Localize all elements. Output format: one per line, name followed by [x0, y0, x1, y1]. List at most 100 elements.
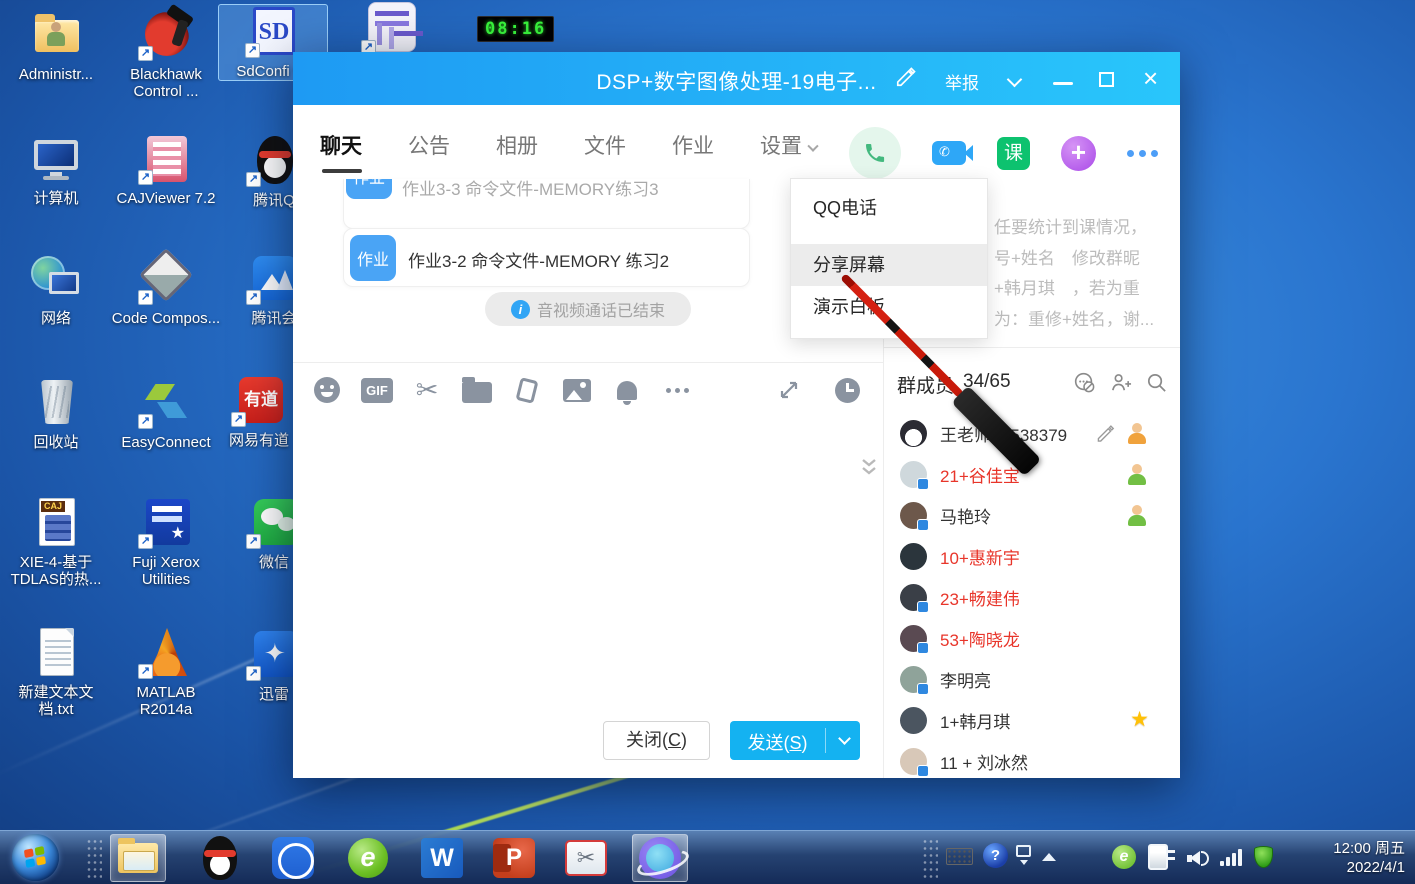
desktop-icon-recycle-bin[interactable]: 回收站 — [0, 376, 112, 451]
send-file-folder-icon[interactable] — [461, 374, 493, 406]
taskbar-planet-browser-button[interactable] — [632, 834, 688, 882]
homework-card-partial[interactable]: 作业 作业3-3 命令文件-MEMORY练习3 — [343, 179, 750, 229]
message-input[interactable] — [293, 414, 883, 714]
desktop-icon-computer[interactable]: 计算机 — [0, 132, 112, 207]
member-name: 11 + 刘冰然 — [940, 749, 1028, 774]
taskbar-explorer-button[interactable] — [110, 834, 166, 882]
chat-history-clock-icon[interactable] — [831, 374, 863, 406]
desktop-icon-xie4-document[interactable]: CAJ XIE-4-基于 TDLAS的热... — [0, 496, 112, 588]
member-row[interactable]: 10+惠新宇 — [884, 536, 1180, 577]
window-titlebar[interactable]: DSP+数字图像处理-19电子... 举报 × — [293, 52, 1180, 105]
edit-group-name-icon[interactable] — [895, 66, 917, 88]
send-options-chevron-icon[interactable] — [838, 732, 851, 745]
member-row[interactable]: 11 + 刘冰然 — [884, 741, 1180, 778]
gif-icon[interactable]: GIF — [361, 374, 393, 406]
member-name: 23+畅建伟 — [940, 585, 1020, 610]
video-call-button[interactable] — [932, 141, 966, 165]
tab-files[interactable]: 文件 — [584, 130, 626, 160]
member-row[interactable]: 21+谷佳宝 — [884, 454, 1180, 495]
homework-badge: 作业 — [350, 235, 396, 281]
desktop-icon-cajviewer[interactable]: CAJViewer 7.2 — [110, 132, 222, 207]
taskbar-powerpoint-button[interactable]: P — [486, 834, 542, 882]
tray-network-signal-icon[interactable] — [1220, 849, 1242, 866]
class-mode-button[interactable]: 课 — [997, 137, 1030, 170]
avatar-badge — [917, 519, 929, 531]
desktop-icon-text-file[interactable]: 新建文本文 档.txt — [0, 626, 112, 718]
send-image-icon[interactable] — [561, 374, 593, 406]
titlebar-chevron-down-icon[interactable] — [1009, 72, 1020, 90]
minimize-button[interactable] — [1053, 82, 1073, 85]
tab-settings[interactable]: 设置 — [760, 130, 817, 160]
member-row[interactable]: 1+韩月琪 — [884, 700, 1180, 741]
desktop-icon-matlab[interactable]: MATLAB R2014a — [110, 626, 222, 718]
menu-item-share-screen[interactable]: 分享屏幕 — [791, 244, 987, 286]
desktop-icon-blackhawk[interactable]: Blackhawk Control ... — [110, 8, 222, 100]
call-options-dropdown: QQ电话 分享屏幕 演示白板 — [790, 178, 988, 339]
mute-all-icon[interactable] — [1073, 371, 1096, 394]
member-row[interactable]: 李明亮 — [884, 659, 1180, 700]
desktop-icon-network[interactable]: 网络 — [0, 252, 112, 327]
taskbar-snipping-button[interactable]: ✂ — [558, 834, 614, 882]
tab-chat[interactable]: 聊天 — [320, 130, 362, 160]
menu-item-qq-call[interactable]: QQ电话 — [791, 187, 987, 229]
tray-security-shield-icon[interactable] — [1254, 846, 1273, 868]
taskbar-grip[interactable] — [922, 838, 938, 878]
voice-call-button[interactable] — [849, 127, 901, 179]
taskbar-qq-button[interactable] — [192, 834, 248, 882]
more-tools-icon[interactable] — [661, 374, 693, 406]
member-name: 53+陶晓龙 — [940, 626, 1020, 651]
computer-icon — [27, 132, 85, 186]
search-member-icon[interactable] — [1145, 371, 1168, 394]
owner-role-icon — [1127, 423, 1147, 445]
more-options-button[interactable] — [1127, 150, 1158, 157]
explorer-folder-icon — [118, 843, 158, 873]
recycle-bin-icon — [27, 376, 85, 430]
notify-bell-icon[interactable] — [611, 374, 643, 406]
member-row[interactable]: 马艳玲 — [884, 495, 1180, 536]
clock-time: 12:00 周五 — [1333, 839, 1405, 858]
taskbar-word-button[interactable]: W — [414, 834, 470, 882]
taskbar-browser-360-button[interactable]: e — [340, 834, 396, 882]
member-row[interactable]: 53+陶晓龙 — [884, 618, 1180, 659]
tab-album[interactable]: 相册 — [496, 130, 538, 160]
avatar — [900, 461, 927, 488]
screenshot-scissors-icon[interactable]: ✂ — [411, 374, 443, 406]
desktop-icon-circuit-tool[interactable] — [333, 2, 445, 56]
tray-browser-icon[interactable]: e — [1112, 845, 1136, 869]
tray-power-icon[interactable] — [1148, 844, 1168, 870]
desktop-icon-administrator[interactable]: Administr... — [0, 8, 112, 83]
add-button[interactable]: + — [1061, 136, 1096, 171]
planet-browser-icon — [639, 837, 681, 879]
network-icon — [27, 252, 85, 306]
report-button[interactable]: 举报 — [945, 69, 979, 94]
invite-member-icon[interactable] — [1109, 371, 1132, 394]
tray-help-icon[interactable]: ? — [983, 843, 1008, 868]
expand-input-icon[interactable] — [773, 374, 805, 406]
shake-window-icon[interactable] — [511, 374, 543, 406]
maximize-button[interactable] — [1099, 72, 1114, 87]
tab-announcement[interactable]: 公告 — [408, 130, 450, 160]
close-window-button[interactable]: × — [1143, 67, 1158, 89]
shortcut-arrow-icon — [246, 290, 261, 305]
shortcut-arrow-icon — [138, 414, 153, 429]
menu-item-whiteboard[interactable]: 演示白板 — [791, 286, 987, 328]
homework-card[interactable]: 作业 作业3-2 命令文件-MEMORY 练习2 — [343, 228, 750, 287]
desktop-icon-code-composer[interactable]: Code Compos... — [110, 252, 222, 327]
tray-show-hidden-icon[interactable] — [1042, 853, 1056, 861]
tray-keyboard-icon[interactable] — [946, 848, 973, 865]
admin-role-icon — [1127, 505, 1147, 527]
desktop-icon-fuji-xerox[interactable]: Fuji Xerox Utilities — [110, 496, 222, 588]
edit-nickname-icon[interactable] — [1096, 424, 1115, 443]
emoji-icon[interactable] — [311, 374, 343, 406]
tab-homework[interactable]: 作业 — [672, 130, 714, 160]
close-chat-button[interactable]: 关闭(C) — [603, 721, 710, 760]
send-button[interactable]: 发送(S) — [730, 721, 860, 760]
start-button[interactable] — [12, 834, 59, 881]
member-row[interactable]: 王老师+1538379 — [884, 413, 1180, 454]
member-row[interactable]: 23+畅建伟 — [884, 577, 1180, 618]
member-name: 21+谷佳宝 — [940, 462, 1020, 487]
taskbar-clock[interactable]: 12:00 周五 2022/4/1 — [1333, 839, 1405, 877]
taskbar-k-app-button[interactable] — [265, 834, 321, 882]
taskbar-grip[interactable] — [86, 838, 102, 878]
tray-window-switch-icon[interactable] — [1016, 845, 1031, 857]
